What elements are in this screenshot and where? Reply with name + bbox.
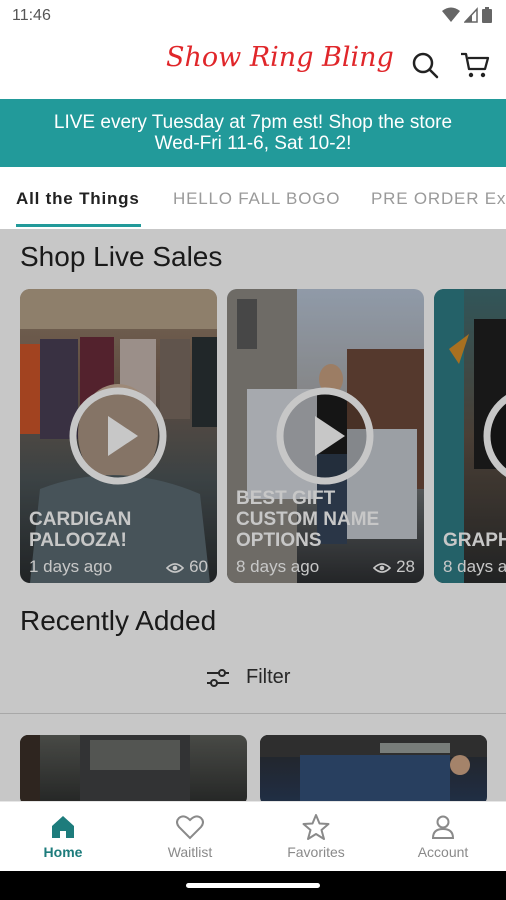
main-content[interactable]: Shop Live Sales CARDIGAN PALOOZA! 1 days… xyxy=(0,229,506,801)
status-bar: 11:46 xyxy=(0,0,506,32)
view-count: 28 xyxy=(373,557,415,577)
live-sale-age: 8 days a xyxy=(443,557,506,576)
live-sale-card[interactable]: CARDIGAN PALOOZA! 1 days ago 60 xyxy=(20,289,217,583)
nav-waitlist-label: Waitlist xyxy=(167,844,213,860)
logo[interactable]: Show Ring Bling xyxy=(166,42,394,73)
active-tab-indicator xyxy=(16,224,141,227)
live-sale-age: 8 days ago xyxy=(236,557,320,576)
search-icon xyxy=(412,52,439,79)
live-sale-title: CARDIGAN PALOOZA! xyxy=(29,509,132,551)
nav-home-label: Home xyxy=(43,844,83,860)
wifi-icon xyxy=(442,7,460,22)
star-icon xyxy=(302,814,330,840)
eye-icon xyxy=(373,562,392,573)
tab-all-the-things[interactable]: All the Things xyxy=(16,189,140,209)
home-icon xyxy=(52,816,74,838)
live-sale-card[interactable]: Graphic 8 days a xyxy=(434,289,506,583)
person-icon xyxy=(431,815,455,839)
app-header: Show Ring Bling xyxy=(0,32,506,99)
sliders-icon xyxy=(207,668,229,687)
live-sale-meta: 8 days ago 28 xyxy=(236,557,415,577)
heart-icon xyxy=(176,815,204,840)
live-sale-title: Graphic xyxy=(443,530,506,551)
signal-icon xyxy=(464,7,478,23)
filter-label: Filter xyxy=(246,666,291,688)
live-sale-title: BEST GIFT CUSTOM NAME OPTIONS xyxy=(236,488,380,551)
status-time: 11:46 xyxy=(12,7,51,24)
nav-home[interactable]: Home xyxy=(3,814,123,860)
home-gesture-pill[interactable] xyxy=(186,883,320,888)
status-icons xyxy=(442,7,492,23)
announcement-banner: LIVE every Tuesday at 7pm est! Shop the … xyxy=(0,99,506,167)
view-count: 60 xyxy=(166,557,208,577)
nav-waitlist[interactable]: Waitlist xyxy=(130,814,250,860)
cart-icon xyxy=(461,52,490,78)
live-sale-meta: 8 days a xyxy=(443,557,506,577)
nav-account-label: Account xyxy=(417,844,469,860)
system-nav-bar xyxy=(0,871,506,900)
battery-icon xyxy=(482,7,492,23)
product-card[interactable] xyxy=(260,735,487,801)
tab-pre-order[interactable]: PRE ORDER Ex xyxy=(371,189,506,209)
filter-button[interactable]: Filter xyxy=(206,666,290,689)
bottom-nav: Home Waitlist Favorites Account xyxy=(0,801,506,872)
product-image xyxy=(260,735,487,801)
live-sale-meta: 1 days ago 60 xyxy=(29,557,208,577)
tab-hello-fall-bogo[interactable]: HELLO FALL BOGO xyxy=(173,189,340,209)
section-title-live-sales: Shop Live Sales xyxy=(20,241,223,272)
product-card[interactable] xyxy=(20,735,247,801)
search-button[interactable] xyxy=(409,49,441,81)
nav-account[interactable]: Account xyxy=(383,814,503,860)
banner-line-2: Wed-Fri 11-6, Sat 10-2! xyxy=(154,133,352,154)
product-image xyxy=(20,735,190,801)
nav-favorites[interactable]: Favorites xyxy=(256,814,376,860)
live-sale-age: 1 days ago xyxy=(29,557,113,576)
live-sale-views: 60 xyxy=(189,557,208,576)
play-icon[interactable] xyxy=(482,386,506,486)
live-sale-views: 28 xyxy=(396,557,415,576)
play-icon[interactable] xyxy=(275,386,375,486)
live-sale-card[interactable]: BEST GIFT CUSTOM NAME OPTIONS 8 days ago… xyxy=(227,289,424,583)
banner-line-1: LIVE every Tuesday at 7pm est! Shop the … xyxy=(53,112,453,133)
eye-icon xyxy=(166,562,185,573)
cart-button[interactable] xyxy=(459,49,491,81)
divider xyxy=(0,713,506,714)
category-tabs: All the Things HELLO FALL BOGO PRE ORDER… xyxy=(0,167,506,230)
nav-favorites-label: Favorites xyxy=(287,844,345,860)
section-title-recently-added: Recently Added xyxy=(20,605,217,636)
play-icon[interactable] xyxy=(68,386,168,486)
